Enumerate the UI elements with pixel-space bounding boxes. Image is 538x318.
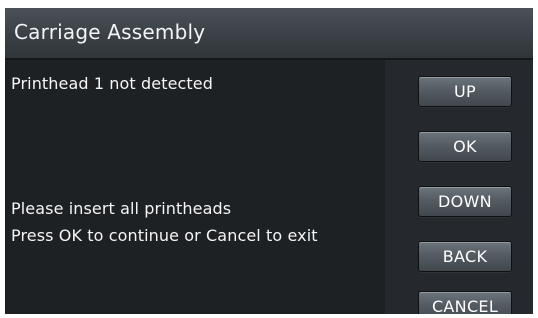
back-button[interactable]: BACK bbox=[418, 241, 512, 272]
up-button[interactable]: UP bbox=[418, 76, 512, 107]
button-panel: UP OK DOWN BACK CANCEL bbox=[385, 60, 533, 314]
down-button[interactable]: DOWN bbox=[418, 186, 512, 217]
instruction-line-2: Press OK to continue or Cancel to exit bbox=[11, 226, 318, 245]
printer-control-panel: Carriage Assembly Printhead 1 not detect… bbox=[5, 8, 533, 314]
status-message: Printhead 1 not detected bbox=[11, 74, 213, 93]
instruction-line-1: Please insert all printheads bbox=[11, 199, 232, 218]
title-bar: Carriage Assembly bbox=[5, 8, 533, 60]
page-title: Carriage Assembly bbox=[14, 20, 206, 44]
cancel-button[interactable]: CANCEL bbox=[418, 291, 512, 314]
ok-button[interactable]: OK bbox=[418, 131, 512, 162]
message-area: Printhead 1 not detected Please insert a… bbox=[5, 60, 385, 314]
